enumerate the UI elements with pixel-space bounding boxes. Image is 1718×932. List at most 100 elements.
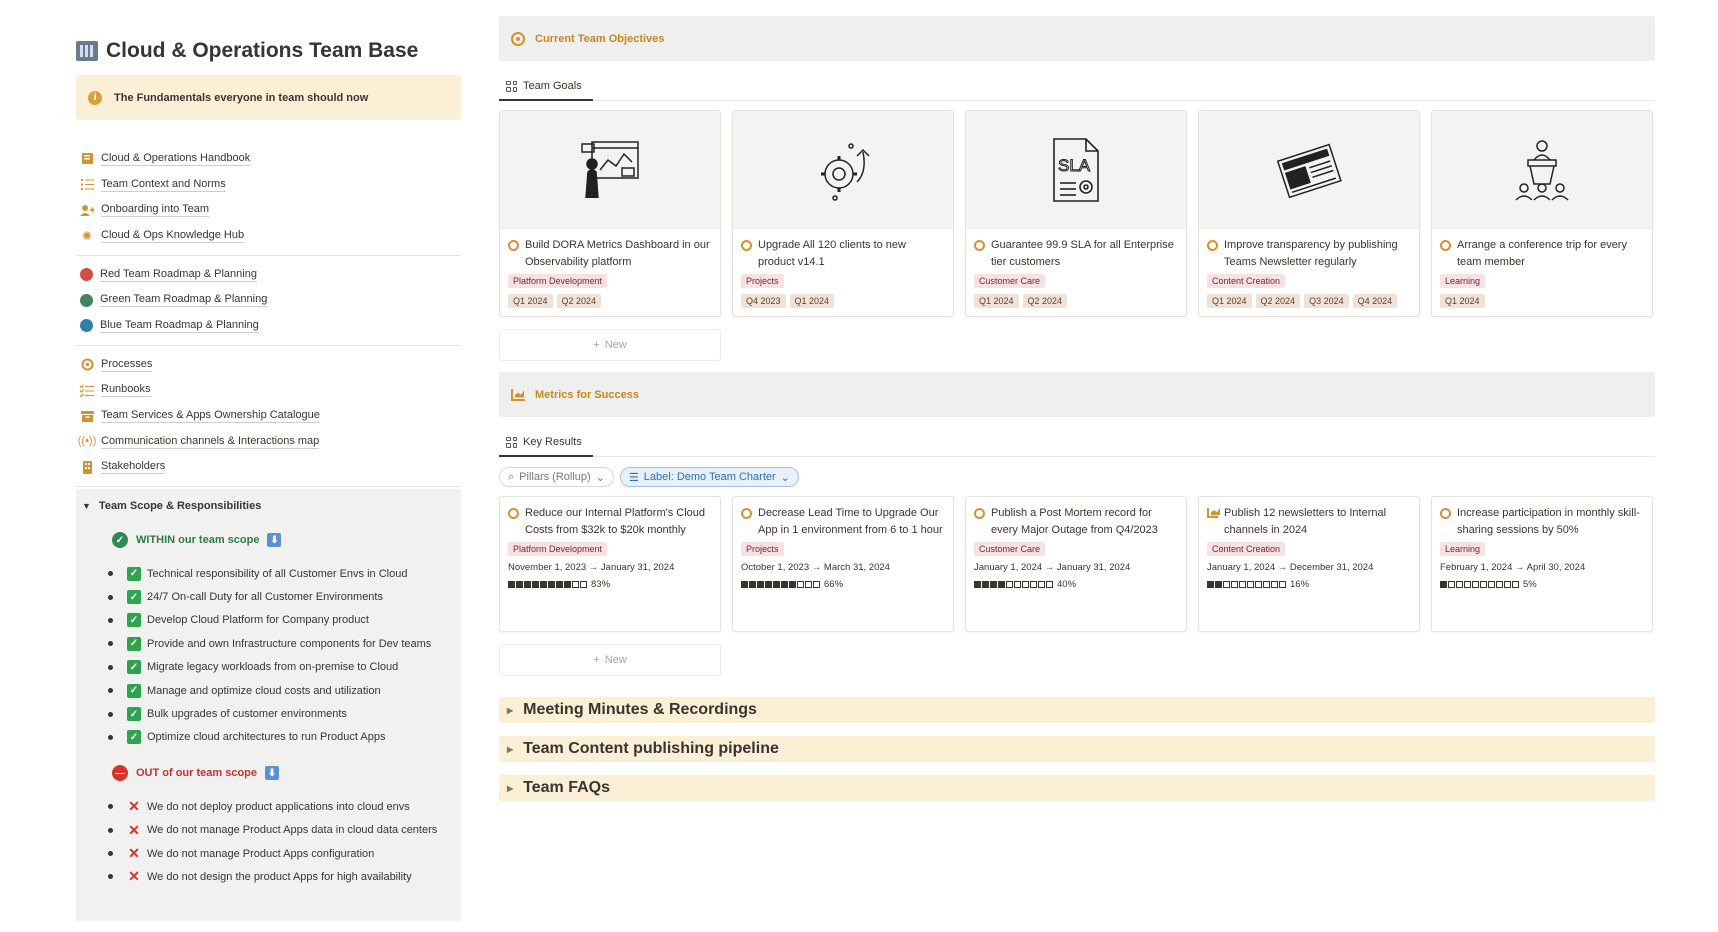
goal-card[interactable]: Improve transparency by publishing Teams… [1198, 110, 1420, 317]
list-item: ✓ Provide and own Infrastructure componen… [108, 632, 461, 655]
toggle-meeting-minutes[interactable]: ▶ Meeting Minutes & Recordings [499, 697, 1655, 723]
progress-square [797, 581, 804, 588]
goal-card[interactable]: Upgrade All 120 clients to new product v… [732, 110, 954, 317]
triangle-right-icon[interactable]: ▶ [507, 706, 513, 715]
checklist-icon [80, 383, 94, 397]
key-result-card[interactable]: Increase participation in monthly skill-… [1431, 496, 1653, 632]
objectives-banner: Current Team Objectives [499, 16, 1655, 61]
progress-square [548, 581, 555, 588]
key-results-gallery: Reduce our Internal Platform's Cloud Cos… [499, 496, 1655, 632]
building-icon [80, 460, 94, 474]
check-mark-icon: ✓ [127, 566, 141, 581]
objectives-banner-text: Current Team Objectives [535, 32, 665, 45]
tab-key-results[interactable]: Key Results [499, 429, 593, 457]
chart-icon [511, 388, 525, 401]
key-result-title: Increase participation in monthly skill-… [1457, 507, 1640, 536]
nav-item-blue-roadmap[interactable]: Blue Team Roadmap & Planning [76, 313, 461, 339]
quarter-tag: Q1 2024 [974, 294, 1019, 308]
progress-square [540, 581, 547, 588]
date-range: January 1, 2024 → January 31, 2024 [974, 562, 1131, 573]
fundamentals-callout: i The Fundamentals everyone in team shou… [76, 75, 461, 120]
target-icon [1207, 240, 1218, 251]
key-result-card[interactable]: Reduce our Internal Platform's Cloud Cos… [499, 496, 721, 632]
goal-card[interactable]: SLA Guarantee 99.9 SLA for all Enterpris… [965, 110, 1187, 317]
key-result-card[interactable]: Publish a Post Mortem record for every M… [965, 496, 1187, 632]
dashboard-illustration [500, 111, 720, 229]
list-item: ✓ Manage and optimize cloud costs and uti… [108, 679, 461, 702]
nav-item-knowledge-hub[interactable]: ✺ Cloud & Ops Knowledge Hub [76, 223, 461, 249]
within-scope-heading: ✓ WITHIN our team scope ⬇ [76, 526, 461, 554]
new-button-label: New [604, 339, 627, 351]
progress-square [1263, 581, 1270, 588]
progress-square [1448, 581, 1455, 588]
metrics-banner-text: Metrics for Success [535, 388, 639, 401]
green-dot-icon [80, 293, 93, 307]
office-building-icon [76, 41, 98, 61]
progress-square [572, 581, 579, 588]
goal-card[interactable]: Build DORA Metrics Dashboard in our Obse… [499, 110, 721, 317]
triangle-right-icon[interactable]: ▶ [507, 784, 513, 793]
metrics-banner: Metrics for Success [499, 372, 1655, 417]
progress-square [1231, 581, 1238, 588]
nav-item-runbooks[interactable]: Runbooks [76, 378, 461, 404]
nav-item-ownership-catalogue[interactable]: Team Services & Apps Ownership Catalogue [76, 403, 461, 429]
progress-square [1255, 581, 1262, 588]
progress-text: 40% [1057, 579, 1077, 590]
nav-item-handbook[interactable]: Cloud & Operations Handbook [76, 146, 461, 172]
quarter-tag: Q4 2023 [741, 294, 786, 308]
nav-item-green-roadmap[interactable]: Green Team Roadmap & Planning [76, 287, 461, 313]
pillars-filter[interactable]: ⌕ Pillars (Rollup) ⌄ [499, 467, 614, 487]
list-item: ✕ We do not manage Product Apps data in c… [108, 819, 461, 842]
newspaper-illustration [1199, 111, 1419, 229]
progress-square [757, 581, 764, 588]
tab-label: Key Results [523, 436, 582, 448]
key-result-card[interactable]: Publish 12 newsletters to Internal chann… [1198, 496, 1420, 632]
nav-item-onboarding[interactable]: Onboarding into Team [76, 197, 461, 223]
progress-square [1215, 581, 1222, 588]
progress-square [556, 581, 563, 588]
nav-item-communication-map[interactable]: ((•)) Communication channels & Interacti… [76, 429, 461, 455]
process-icon [80, 358, 94, 372]
triangle-down-icon[interactable]: ▼ [82, 501, 91, 511]
toggle-team-faqs[interactable]: ▶ Team FAQs [499, 775, 1655, 801]
label-filter[interactable]: ☰ Label: Demo Team Charter ⌄ [619, 467, 799, 487]
page-title: Cloud & Operations Team Base [76, 34, 461, 68]
triangle-right-icon[interactable]: ▶ [507, 745, 513, 754]
new-key-result-button[interactable]: + New [499, 644, 721, 676]
toggle-title: Team Content publishing pipeline [523, 740, 779, 757]
key-result-title: Publish a Post Mortem record for every M… [991, 507, 1158, 536]
chevron-down-icon: ⌄ [780, 471, 790, 484]
quarter-tag: Q1 2024 [1440, 294, 1485, 308]
progress-indicator: 66% [741, 579, 945, 590]
nav-item-context-norms[interactable]: Team Context and Norms [76, 172, 461, 198]
toggle-title: Meeting Minutes & Recordings [523, 701, 757, 718]
nav-item-label: Blue Team Roadmap & Planning [100, 318, 259, 333]
info-icon: i [88, 90, 102, 105]
gallery-view-icon [506, 80, 517, 92]
archive-icon [80, 409, 94, 423]
check-mark-icon: ✓ [127, 613, 141, 628]
progress-square [1464, 581, 1471, 588]
cross-mark-icon: ✕ [128, 821, 140, 838]
pillar-tag: Platform Development [508, 542, 608, 556]
new-goal-button[interactable]: + New [499, 329, 721, 361]
cross-mark-icon: ✕ [128, 868, 140, 885]
nav-group-docs: Cloud & Operations Handbook Team Context… [76, 146, 461, 249]
no-entry-icon: — [112, 765, 128, 782]
scope-toggle-header[interactable]: ▼ Team Scope & Responsibilities [76, 493, 461, 518]
progress-square [765, 581, 772, 588]
tab-team-goals[interactable]: Team Goals [499, 73, 593, 101]
pillar-tag: Projects [741, 542, 784, 556]
toggle-content-pipeline[interactable]: ▶ Team Content publishing pipeline [499, 736, 1655, 762]
nav-item-stakeholders[interactable]: Stakeholders [76, 455, 461, 481]
goal-title: Upgrade All 120 clients to new product v… [758, 239, 906, 268]
goal-card[interactable]: Arrange a conference trip for every team… [1431, 110, 1653, 317]
progress-square [516, 581, 523, 588]
progress-square [564, 581, 571, 588]
quarter-tag: Q3 2024 [1304, 294, 1349, 308]
pillar-tag: Learning [1440, 542, 1486, 556]
nav-item-red-roadmap[interactable]: Red Team Roadmap & Planning [76, 262, 461, 288]
key-result-card[interactable]: Decrease Lead Time to Upgrade Our App in… [732, 496, 954, 632]
quarter-tag: Q2 2024 [1255, 294, 1301, 308]
nav-item-processes[interactable]: Processes [76, 352, 461, 378]
